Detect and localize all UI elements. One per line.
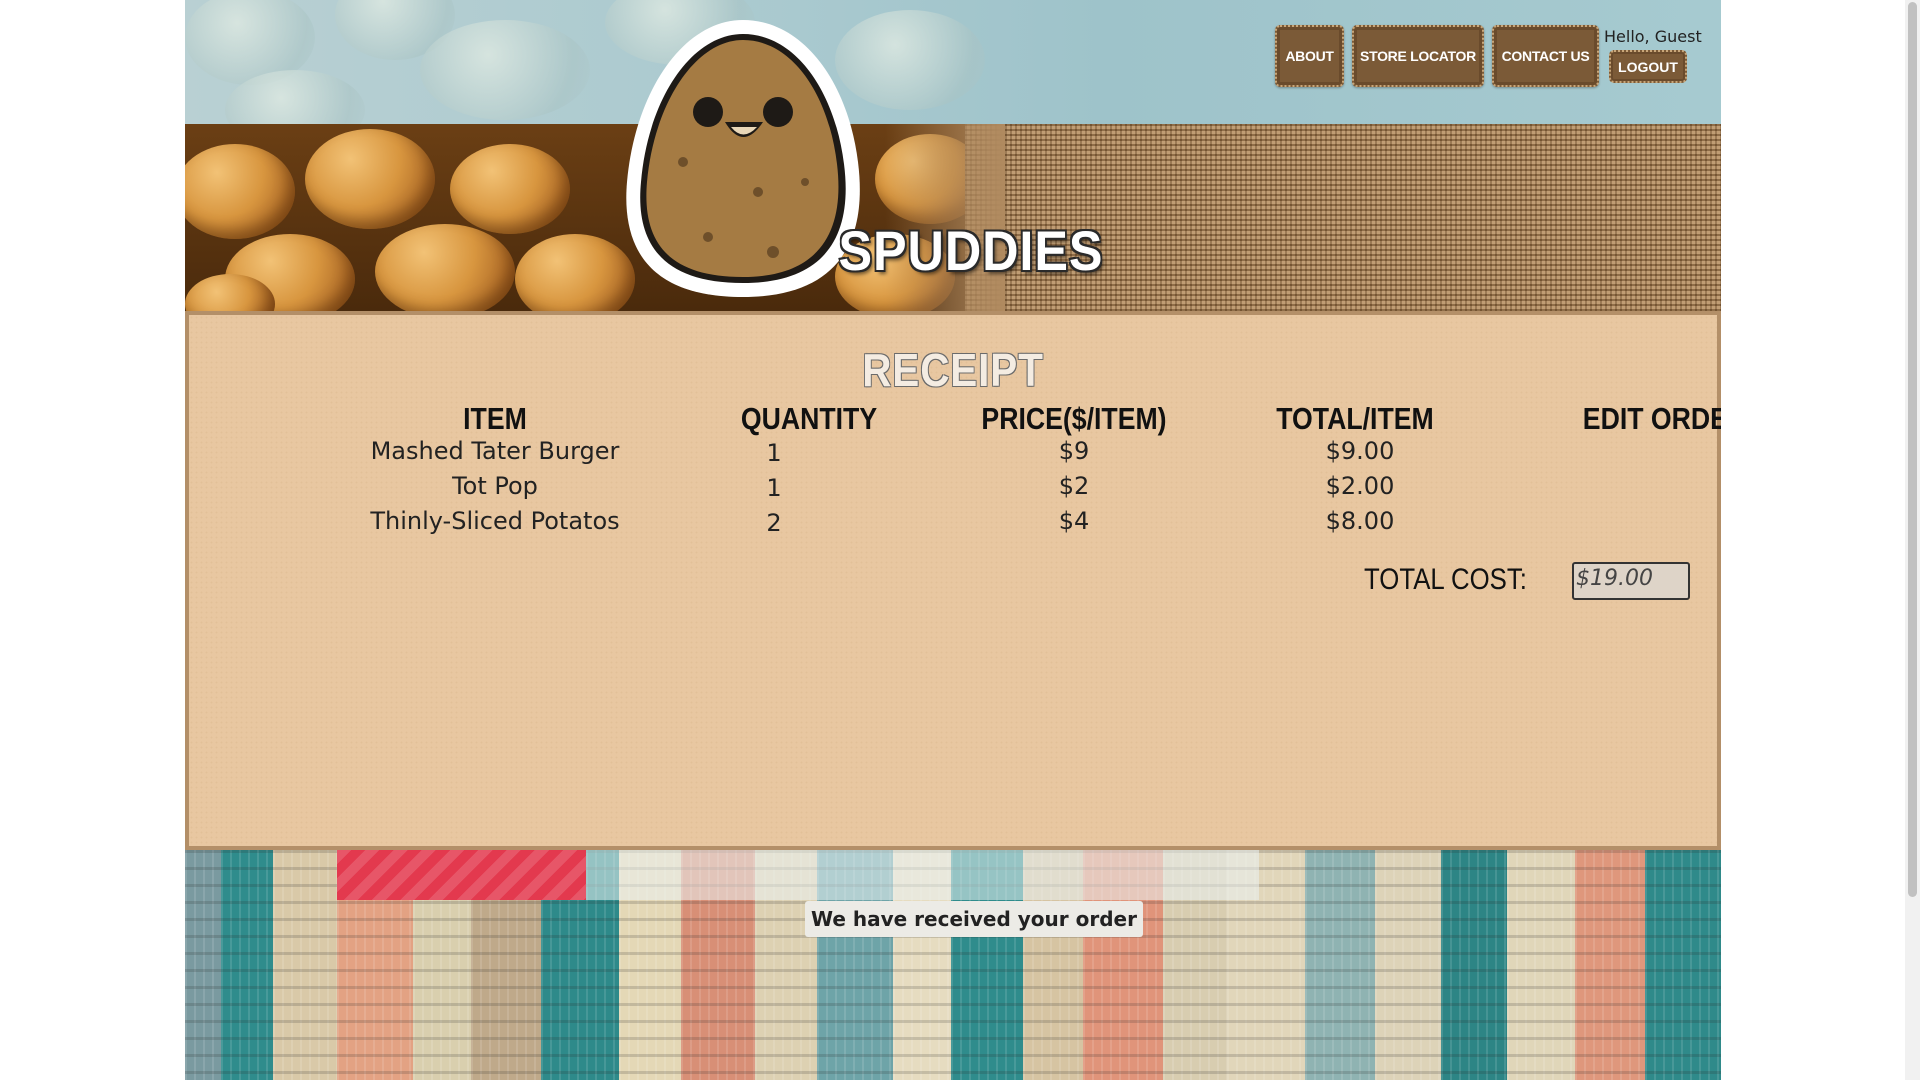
- site-footer: We have received your order: [185, 850, 1721, 1080]
- column-header-item: ITEM: [463, 401, 527, 436]
- nav-about-button[interactable]: ABOUT: [1275, 25, 1344, 87]
- row-item-name: Mashed Tater Burger: [370, 437, 620, 465]
- page: SPUDDIES ABOUT STORE LOCATOR CONTACT US …: [185, 0, 1721, 1080]
- order-status-message: We have received your order: [805, 901, 1143, 937]
- row-item-name: Tot Pop: [452, 472, 538, 500]
- receipt-title: RECEIPT: [862, 344, 1044, 396]
- row-price: $9: [1058, 437, 1090, 465]
- row-price: $4: [1058, 507, 1090, 535]
- row-total: $2.00: [1325, 472, 1395, 500]
- potato-mascot-logo: [626, 20, 860, 297]
- row-total: $8.00: [1325, 507, 1395, 535]
- logout-button[interactable]: LOGOUT: [1609, 50, 1687, 83]
- row-quantity: 2: [766, 509, 782, 537]
- total-cost-field[interactable]: $19.00: [1572, 562, 1690, 600]
- nav-store-locator-button[interactable]: STORE LOCATOR: [1352, 25, 1484, 87]
- column-header-total-per-item: TOTAL/ITEM: [1276, 401, 1434, 436]
- column-header-quantity: QUANTITY: [740, 401, 878, 436]
- header-sky-background: [185, 0, 1721, 150]
- row-quantity: 1: [766, 439, 782, 467]
- order-progress-bar: [337, 850, 1259, 900]
- row-total: $9.00: [1325, 437, 1395, 465]
- nav-contact-us-button[interactable]: CONTACT US: [1492, 25, 1599, 87]
- row-price: $2: [1058, 472, 1090, 500]
- site-title: SPUDDIES: [838, 219, 1104, 282]
- user-greeting: Hello, Guest: [1604, 27, 1702, 46]
- order-progress-fill: [337, 850, 586, 900]
- total-cost-label: TOTAL COST:: [1364, 563, 1527, 596]
- row-item-name: Thinly-Sliced Potatos: [370, 507, 620, 535]
- site-header: SPUDDIES ABOUT STORE LOCATOR CONTACT US …: [185, 0, 1721, 311]
- row-quantity: 1: [766, 474, 782, 502]
- column-header-price: PRICE($/ITEM): [981, 401, 1167, 436]
- column-header-edit-order: EDIT ORDER: [1582, 401, 1721, 436]
- receipt-panel: RECEIPT ITEM QUANTITY PRICE($/ITEM) TOTA…: [185, 311, 1721, 850]
- scrollbar-thumb[interactable]: [1908, 2, 1917, 897]
- page-scrollbar[interactable]: [1905, 0, 1920, 1080]
